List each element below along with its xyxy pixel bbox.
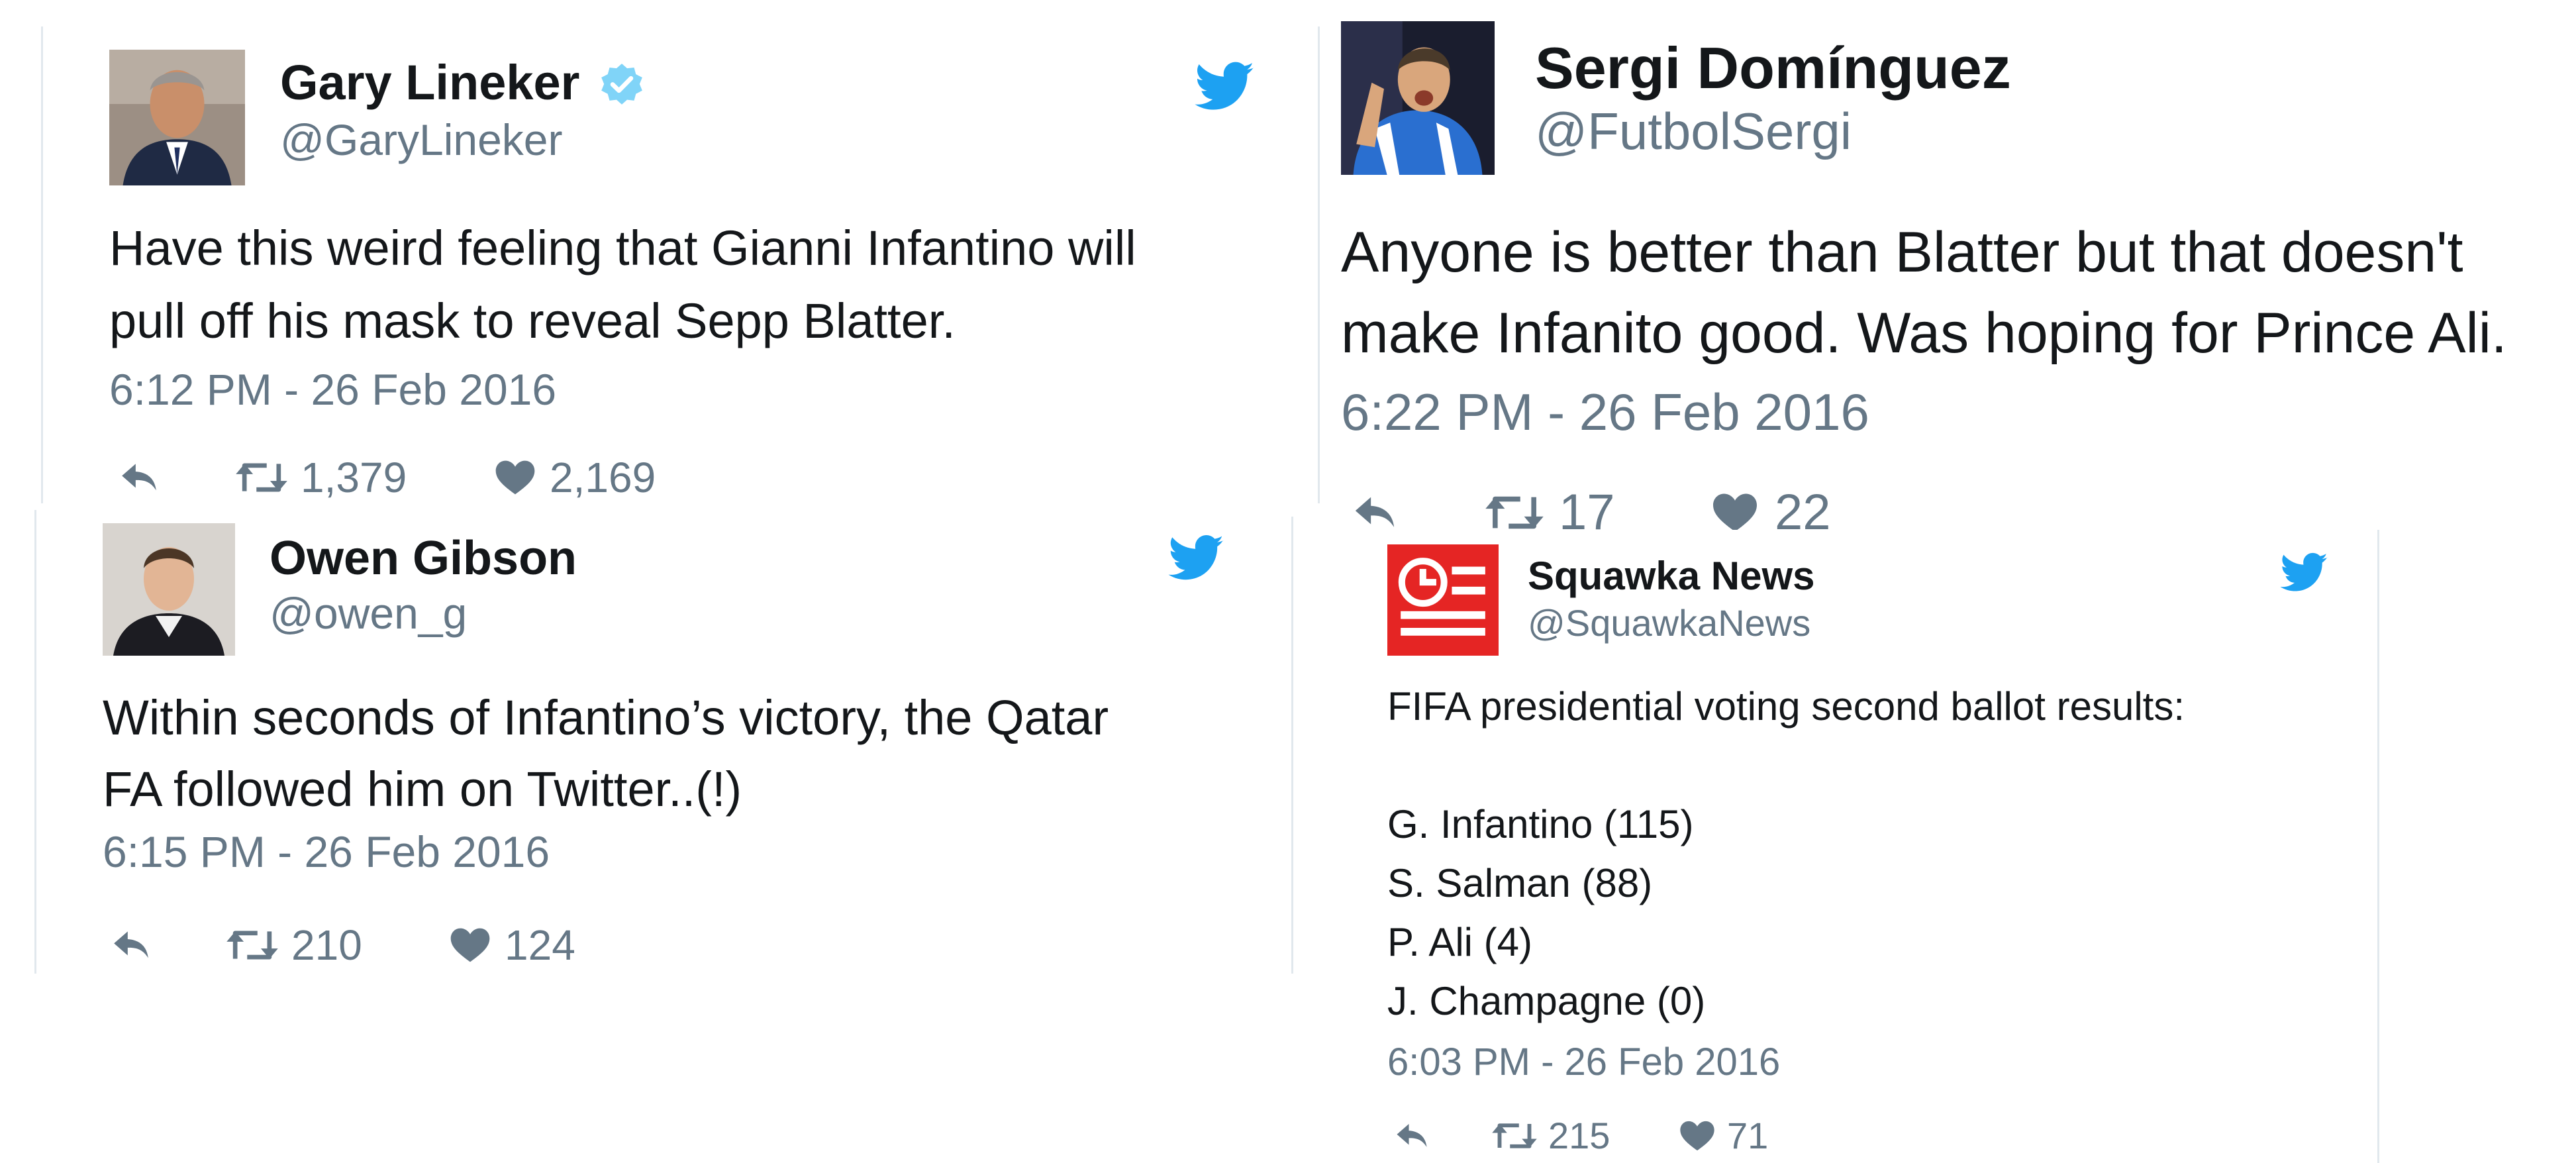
tweet-card-sergi-dominguez: Sergi Domínguez @FutbolSergi Anyone is b… bbox=[1324, 7, 2576, 540]
handle[interactable]: @GaryLineker bbox=[280, 115, 563, 165]
result-item: G. Infantino (115) bbox=[1387, 802, 1694, 846]
divider-center-top bbox=[1318, 26, 1320, 503]
display-name[interactable]: Owen Gibson bbox=[270, 531, 577, 585]
display-name[interactable]: Gary Lineker bbox=[280, 54, 646, 111]
twitter-bird-icon[interactable] bbox=[1165, 530, 1228, 585]
action-bar: 1,379 2,169 bbox=[114, 453, 656, 502]
reply-button[interactable] bbox=[1346, 489, 1482, 536]
divider-left-bottom bbox=[34, 510, 36, 974]
retweet-count: 1,379 bbox=[301, 454, 407, 501]
result-item: J. Champagne (0) bbox=[1387, 979, 1706, 1023]
reply-icon bbox=[114, 457, 164, 498]
action-bar: 210 124 bbox=[106, 921, 575, 970]
like-count: 124 bbox=[505, 921, 575, 969]
verified-badge-icon bbox=[601, 64, 642, 105]
retweet-icon bbox=[1482, 489, 1547, 536]
timestamp[interactable]: 6:15 PM - 26 Feb 2016 bbox=[103, 827, 550, 877]
divider-right-bottom bbox=[2377, 530, 2379, 1163]
handle[interactable]: @FutbolSergi bbox=[1535, 101, 1852, 162]
retweet-icon bbox=[1490, 1118, 1539, 1154]
avatar[interactable] bbox=[109, 50, 245, 185]
retweet-icon bbox=[233, 457, 290, 498]
heart-icon bbox=[1677, 1117, 1718, 1154]
retweet-icon bbox=[224, 925, 281, 966]
like-button[interactable]: 71 bbox=[1677, 1114, 1768, 1157]
divider-left-top bbox=[41, 26, 43, 503]
divider-center-bottom bbox=[1291, 517, 1293, 974]
like-count: 71 bbox=[1727, 1115, 1769, 1156]
timestamp[interactable]: 6:22 PM - 26 Feb 2016 bbox=[1341, 382, 1869, 442]
results-list: G. Infantino (115) S. Salman (88) P. Ali… bbox=[1387, 795, 1705, 1031]
retweet-count: 215 bbox=[1548, 1115, 1610, 1156]
timestamp[interactable]: 6:03 PM - 26 Feb 2016 bbox=[1387, 1040, 1780, 1084]
heart-icon bbox=[491, 456, 539, 499]
reply-button[interactable] bbox=[114, 457, 233, 498]
reply-icon bbox=[1391, 1118, 1433, 1154]
tweet-text: Within seconds of Infantino’s victory, t… bbox=[103, 690, 1109, 817]
display-name[interactable]: Sergi Domínguez bbox=[1535, 34, 2011, 102]
heart-icon bbox=[1709, 489, 1761, 536]
action-bar: 215 71 bbox=[1391, 1114, 1768, 1157]
tweet-card-owen-gibson: Owen Gibson @owen_g Within seconds of In… bbox=[46, 510, 1285, 974]
retweet-button[interactable]: 215 bbox=[1490, 1114, 1677, 1157]
reply-icon bbox=[106, 925, 156, 966]
twitter-bird-icon[interactable] bbox=[1192, 56, 1258, 116]
tweet-card-gary-lineker: Gary Lineker @GaryLineker Have this weir… bbox=[53, 13, 1311, 503]
handle[interactable]: @owen_g bbox=[270, 588, 467, 638]
result-item: P. Ali (4) bbox=[1387, 920, 1532, 964]
retweet-button[interactable]: 210 bbox=[224, 921, 446, 970]
avatar[interactable] bbox=[1341, 21, 1495, 175]
result-item: S. Salman (88) bbox=[1387, 861, 1653, 905]
handle[interactable]: @SquawkaNews bbox=[1528, 601, 1810, 644]
retweet-button[interactable]: 1,379 bbox=[233, 453, 491, 502]
timestamp[interactable]: 6:12 PM - 26 Feb 2016 bbox=[109, 364, 556, 415]
retweet-count: 210 bbox=[291, 921, 362, 969]
display-name-text: Gary Lineker bbox=[280, 55, 580, 110]
tweet-text: FIFA presidential voting second ballot r… bbox=[1387, 684, 2185, 729]
reply-button[interactable] bbox=[1391, 1118, 1490, 1154]
heart-icon bbox=[446, 924, 494, 966]
tweet-card-squawka-news: Squawka News @SquawkaNews FIFA president… bbox=[1331, 530, 2371, 1163]
tweet-text: Have this weird feeling that Gianni Infa… bbox=[109, 221, 1136, 348]
reply-icon bbox=[1346, 489, 1403, 536]
avatar[interactable] bbox=[103, 523, 235, 656]
like-button[interactable]: 2,169 bbox=[491, 453, 656, 502]
like-button[interactable]: 124 bbox=[446, 921, 575, 970]
tweet-text: Anyone is better than Blatter but that d… bbox=[1341, 221, 2507, 365]
avatar[interactable] bbox=[1387, 544, 1499, 656]
like-count: 2,169 bbox=[550, 454, 656, 501]
reply-button[interactable] bbox=[106, 925, 224, 966]
display-name[interactable]: Squawka News bbox=[1528, 553, 1815, 599]
twitter-bird-icon[interactable] bbox=[2278, 548, 2331, 596]
